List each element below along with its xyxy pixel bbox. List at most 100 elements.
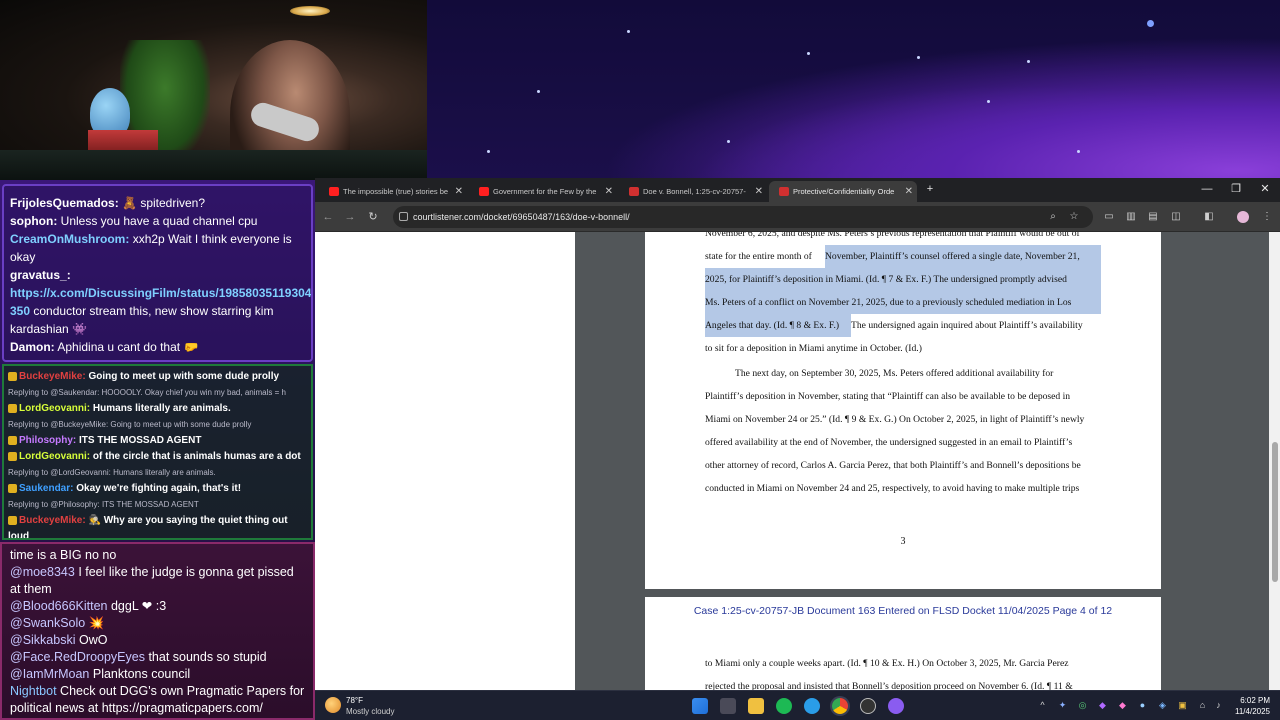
chat-username[interactable]: BuckeyeMike: [19,371,86,382]
chat-username[interactable]: sophon: [10,214,57,228]
chat-username[interactable]: Nightbot [10,684,57,698]
close-icon[interactable]: ✕ [905,181,913,202]
chat-username[interactable]: Damon: [10,340,55,354]
spotify-icon[interactable] [776,698,792,714]
new-tab-icon[interactable]: + [923,182,937,196]
tray-icon[interactable]: ▣ [1177,700,1188,711]
chat-message: @Blood666Kitten dggL ❤ :3 [10,598,305,615]
youtube-icon [329,187,339,196]
chat-panel: FrijolesQuemados: 🧸 spitedriven? sophon: … [0,180,315,720]
chat-username[interactable]: LordGeovanni: [19,403,90,414]
chat-username[interactable]: Bobby_Doon: [10,358,89,360]
chat-username[interactable]: BuckeyeMike: [19,515,86,526]
sidepanel-icon[interactable]: ◧ [1203,211,1215,223]
chat-text: of the circle that is animals humas are … [92,451,301,462]
tray-icon[interactable]: ◈ [1157,700,1168,711]
reload-icon[interactable]: ↻ [366,210,380,224]
date: 11/4/2025 [1235,707,1270,716]
menu-icon[interactable]: ⋮ [1261,211,1273,223]
app-icon[interactable] [888,698,904,714]
chat-text: 🕵 Why are you saying the quiet thing out [88,515,288,526]
tab[interactable]: The impossible (true) stories be ✕ [319,181,467,202]
chat-username[interactable]: LordGeovanni: [19,451,90,462]
task-view-icon[interactable] [720,698,736,714]
chat-username[interactable]: @Face.RedDroopyEyes [10,650,145,664]
badge-icon [8,515,17,525]
file-explorer-icon[interactable] [748,698,764,714]
chat-message-continued: loud [8,531,30,540]
steam-icon[interactable]: ● [1137,700,1148,711]
puzzle-icon[interactable]: ◫ [1170,211,1182,223]
chat-text: that sounds so stupid [148,650,267,664]
browser-window: The impossible (true) stories be ✕ Gover… [315,178,1280,690]
tray-icon[interactable]: ◎ [1077,700,1088,711]
chrome-icon[interactable] [832,698,848,714]
close-icon[interactable]: ✕ [455,181,463,202]
volume-icon[interactable]: ♪ [1213,700,1224,711]
back-icon[interactable]: ← [321,210,335,224]
chat-text: Aphidina u cant do that 🤛 [57,340,199,354]
folder-icon[interactable]: ▭ [1103,211,1115,223]
temperature: 78°F [346,696,363,705]
network-icon[interactable]: ⌂ [1197,700,1208,711]
page-scrollbar[interactable] [1270,232,1280,690]
obs-icon[interactable] [860,698,876,714]
scroll-thumb[interactable] [1272,442,1278,582]
close-window-icon[interactable]: ✕ [1258,182,1272,196]
zoom-icon[interactable]: ⌕ [1047,211,1059,223]
tray-icon[interactable]: ◆ [1117,700,1128,711]
document-line: rejected the proposal and insisted that … [705,681,1073,690]
chat-text: I feel like the judge is gonna get pisse… [78,565,294,579]
address-bar[interactable]: courtlistener.com/docket/69650487/163/do… [393,206,1093,228]
document-line: Ms. Peters of a conflict on November 21,… [705,291,1101,315]
chat-text: Going to meet up with some dude prolly [88,371,280,382]
chat-username[interactable]: @moe8343 [10,565,75,579]
chat-text: ITS THE MOSSAD AGENT [79,435,202,446]
chat-username[interactable]: @Sikkabski [10,633,76,647]
badge-icon [8,435,17,445]
trash-icon[interactable]: ▥ [1125,211,1137,223]
pdf-sidebar [315,232,575,690]
bookmark-star-icon[interactable]: ☆ [1068,211,1080,223]
tab-label: The impossible (true) stories be [343,187,449,196]
chat-message: time is a BIG no no [10,547,305,564]
extension-icon[interactable]: ▤ [1147,211,1159,223]
chat-text: Humans literally are animals. [92,403,231,414]
document-line: Miami on November 24 or 25.” (Id. ¶ 9 & … [705,414,1085,425]
profile-avatar[interactable] [1237,211,1249,223]
chat-username[interactable]: CreamOnMushroom: [10,232,129,246]
start-icon[interactable] [692,698,708,714]
site-info-icon[interactable] [399,212,408,221]
maximize-icon[interactable]: ❐ [1229,182,1243,196]
chat-username[interactable]: FrijolesQuemados: [10,196,119,210]
chat-box-middle: BuckeyeMike: Going to meet up with some … [2,364,313,540]
tab[interactable]: Government for the Few by the ✕ [469,181,617,202]
forward-icon[interactable]: → [343,210,357,224]
chat-message: kardashian 👾 [10,320,305,338]
tab-active[interactable]: Protective/Confidentiality Orde ✕ [769,181,917,202]
chat-text: Okay we're fighting again, that's it! [76,483,242,494]
chat-message: @Sikkabski OwO [10,632,305,649]
chat-username[interactable]: 350 [10,304,30,318]
chat-username[interactable]: https://x.com/DiscussingFilm/status/1985… [10,286,311,300]
chat-username[interactable]: @SwankSolo [10,616,85,630]
clock[interactable]: 6:02 PM 11/4/2025 [1235,695,1270,717]
chat-message: @SwankSolo 💥 [10,615,305,632]
chat-text: OwO [78,633,108,647]
close-icon[interactable]: ✕ [755,181,763,202]
chat-username[interactable]: @IamMrMoan [10,667,89,681]
chat-username[interactable]: @Blood666Kitten [10,599,107,613]
chat-text: Planktons council [92,667,191,681]
chat-username[interactable]: Philosophy: [19,435,76,446]
minimize-icon[interactable]: — [1200,182,1214,196]
tab[interactable]: Doe v. Bonnell, 1:25-cv-20757- ✕ [619,181,767,202]
chat-username[interactable]: gravatus_: [10,268,71,282]
tray-icon[interactable]: ✦ [1057,700,1068,711]
tray-overflow-icon[interactable]: ^ [1037,700,1048,711]
document-line: offered availability at the end of Novem… [705,437,1073,448]
close-icon[interactable]: ✕ [605,181,613,202]
tray-icon[interactable]: ◆ [1097,700,1108,711]
edge-icon[interactable] [804,698,820,714]
chat-username[interactable]: Saukendar: [19,483,73,494]
badge-icon [8,451,17,461]
